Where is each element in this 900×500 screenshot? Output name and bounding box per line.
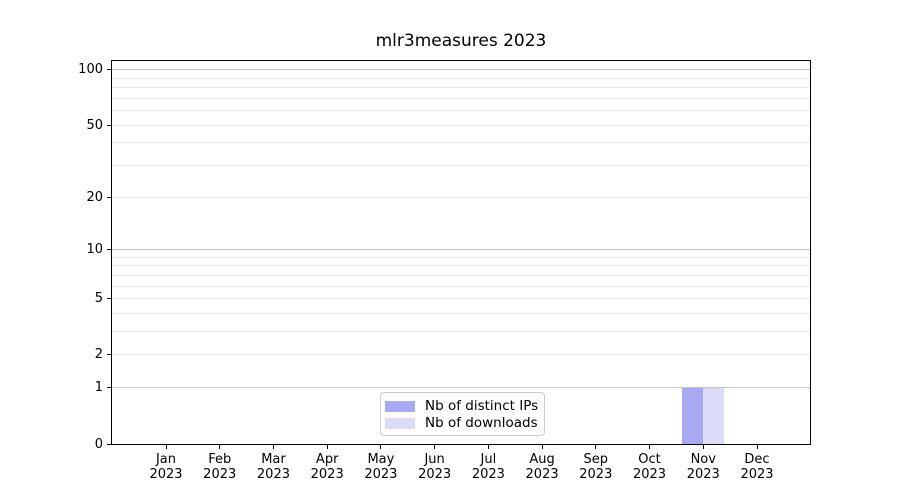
gridline-minor	[112, 298, 810, 300]
x-tick-mark	[165, 445, 167, 449]
y-tick-label: 10	[86, 242, 103, 258]
y-tick-label: 50	[86, 117, 103, 133]
y-tick-mark	[107, 69, 111, 71]
x-tick-mark	[756, 445, 758, 449]
x-tick-mark	[702, 445, 704, 449]
x-tick-mark	[326, 445, 328, 449]
chart-title: mlr3measures 2023	[375, 31, 547, 51]
gridline-minor	[112, 265, 810, 267]
gridline-minor	[112, 331, 810, 333]
plot-area	[111, 60, 811, 445]
gridline-minor	[112, 124, 810, 126]
x-tick-mark	[434, 445, 436, 449]
gridline-minor	[112, 142, 810, 144]
legend: Nb of distinct IPs Nb of downloads	[380, 392, 545, 436]
legend-label-distinct-ips: Nb of distinct IPs	[425, 398, 539, 414]
x-tick-label-line: 2023	[740, 467, 774, 482]
y-tick-label: 2	[94, 347, 103, 363]
gridline-minor	[112, 312, 810, 314]
x-tick-mark	[272, 445, 274, 449]
y-tick-label: 20	[86, 189, 103, 205]
gridline-major	[112, 69, 810, 71]
gridline-minor	[112, 87, 810, 89]
gridline-minor	[112, 354, 810, 356]
bar-nov-nb-of-downloads	[703, 387, 725, 444]
x-tick-mark	[541, 445, 543, 449]
y-tick-mark	[107, 387, 111, 389]
gridline-minor	[112, 77, 810, 79]
y-tick-label: 1	[94, 380, 103, 396]
y-tick-mark	[107, 124, 111, 126]
y-tick-mark	[107, 249, 111, 251]
x-tick-mark	[380, 445, 382, 449]
x-tick-mark	[595, 445, 597, 449]
y-tick-label: 5	[94, 291, 103, 307]
gridline-minor	[112, 274, 810, 276]
y-tick-label: 0	[94, 436, 103, 452]
y-tick-mark	[107, 196, 111, 198]
x-tick-mark	[649, 445, 651, 449]
bar-nov-nb-of-distinct-ips	[682, 387, 704, 444]
legend-entry-downloads: Nb of downloads	[385, 415, 538, 431]
gridline-minor	[112, 196, 810, 198]
x-tick-mark	[219, 445, 221, 449]
y-tick-mark	[107, 354, 111, 356]
gridline-minor	[112, 285, 810, 287]
y-tick-mark	[107, 298, 111, 300]
legend-label-downloads: Nb of downloads	[425, 415, 538, 431]
x-tick-label-line: Dec	[744, 452, 770, 467]
chart-figure: mlr3measures 2023 Nb of distinct IPs Nb …	[0, 0, 900, 500]
gridline-minor	[112, 110, 810, 112]
gridline-minor	[112, 164, 810, 166]
gridline-major	[112, 249, 810, 251]
gridline-minor	[112, 256, 810, 258]
legend-swatch-downloads	[385, 417, 415, 429]
legend-entry-distinct-ips: Nb of distinct IPs	[385, 398, 538, 414]
y-tick-mark	[107, 443, 111, 445]
x-tick-label: Dec 2023	[725, 452, 789, 482]
x-tick-mark	[487, 445, 489, 449]
y-tick-label: 100	[78, 62, 103, 78]
gridline-minor	[112, 97, 810, 99]
legend-swatch-distinct-ips	[385, 400, 415, 412]
